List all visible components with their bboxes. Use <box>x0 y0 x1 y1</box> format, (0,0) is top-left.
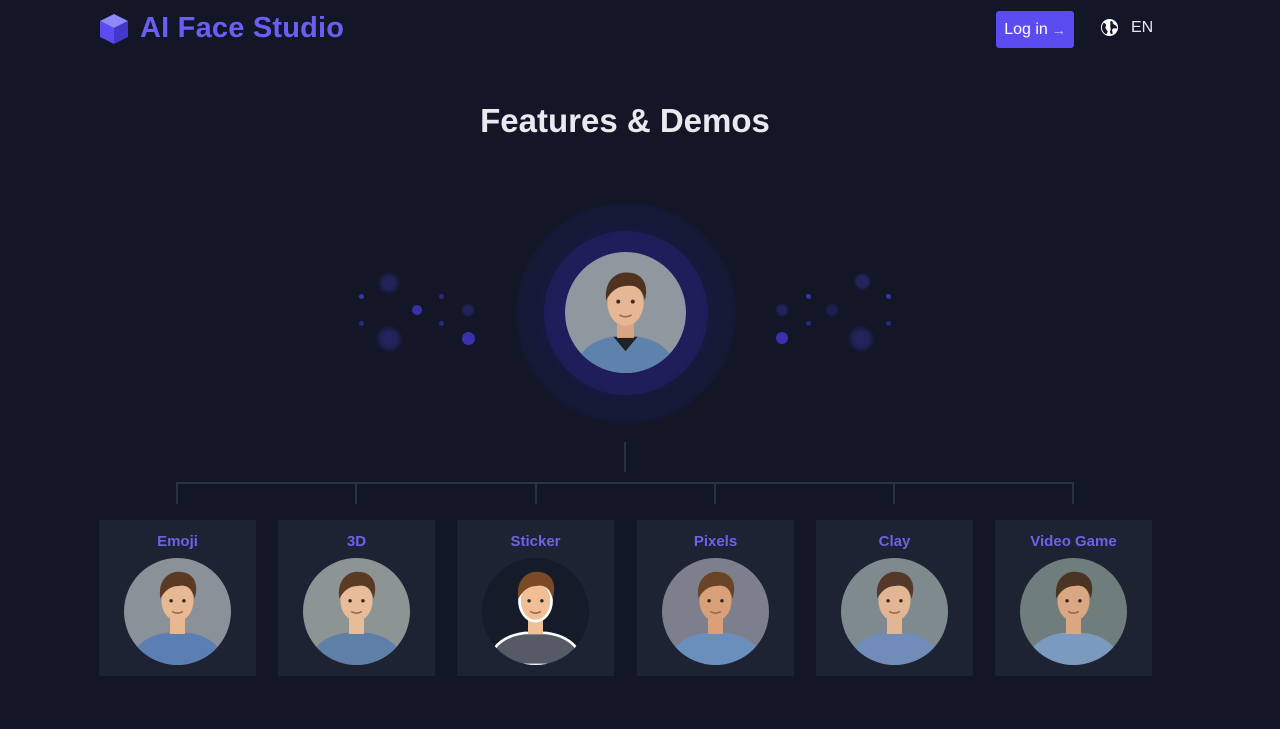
connector-drop <box>355 482 357 504</box>
particle-dot <box>850 328 872 350</box>
particle-dot <box>378 328 400 350</box>
feature-portrait <box>1020 558 1127 665</box>
particle-dot <box>886 294 891 299</box>
feature-label: Clay <box>878 533 911 550</box>
particle-dot <box>439 321 444 326</box>
feature-portrait <box>303 558 410 665</box>
particle-dot <box>412 305 422 315</box>
globe-icon <box>1100 18 1119 37</box>
feature-label: Emoji <box>157 533 198 550</box>
feature-card-sticker[interactable]: Sticker <box>457 520 614 676</box>
feature-portrait <box>482 558 589 665</box>
feature-portrait <box>841 558 948 665</box>
feature-card-pixels[interactable]: Pixels <box>637 520 794 676</box>
particle-dot <box>826 304 838 316</box>
connector-drop <box>714 482 716 504</box>
login-button[interactable]: Log in → <box>996 11 1074 48</box>
page: AI Face Studio Log in → EN Features & De… <box>0 0 1280 729</box>
brand-logo[interactable]: AI Face Studio <box>98 12 344 45</box>
feature-label: Pixels <box>693 533 738 550</box>
particle-dot <box>776 304 788 316</box>
particle-dot <box>855 274 870 289</box>
feature-card-emoji[interactable]: Emoji <box>99 520 256 676</box>
feature-portrait <box>124 558 231 665</box>
connector-drop <box>1072 482 1074 504</box>
particle-dot <box>462 304 474 316</box>
feature-label: Video Game <box>1030 533 1117 550</box>
language-code: EN <box>1131 18 1154 36</box>
feature-portrait <box>662 558 769 665</box>
particle-dot <box>462 332 475 345</box>
connector-drop <box>176 482 178 504</box>
particle-dot <box>359 294 364 299</box>
connector-drop <box>535 482 537 504</box>
portrait-image <box>565 252 686 373</box>
feature-label: 3D <box>346 533 367 550</box>
particle-dot <box>886 321 891 326</box>
language-selector[interactable]: EN <box>1100 18 1153 37</box>
particle-dot <box>806 294 811 299</box>
particle-dot <box>806 321 811 326</box>
feature-card-clay[interactable]: Clay <box>816 520 973 676</box>
connector-drop <box>893 482 895 504</box>
hero-portrait <box>565 252 686 373</box>
connector-trunk <box>624 442 626 472</box>
connector-bus <box>176 482 1074 484</box>
page-title: Features & Demos <box>480 102 770 139</box>
brand-name: AI Face Studio <box>140 12 345 44</box>
feature-card-3d[interactable]: 3D <box>278 520 435 676</box>
login-label: Log in <box>1004 20 1048 38</box>
particle-dot <box>776 332 788 344</box>
cube-logo-icon <box>100 13 128 44</box>
particle-dot <box>439 294 444 299</box>
particle-dot <box>359 321 364 326</box>
arrow-right-icon: → <box>1051 21 1066 38</box>
particle-dot <box>380 274 398 292</box>
feature-card-video-game[interactable]: Video Game <box>995 520 1152 676</box>
feature-label: Sticker <box>510 533 561 550</box>
